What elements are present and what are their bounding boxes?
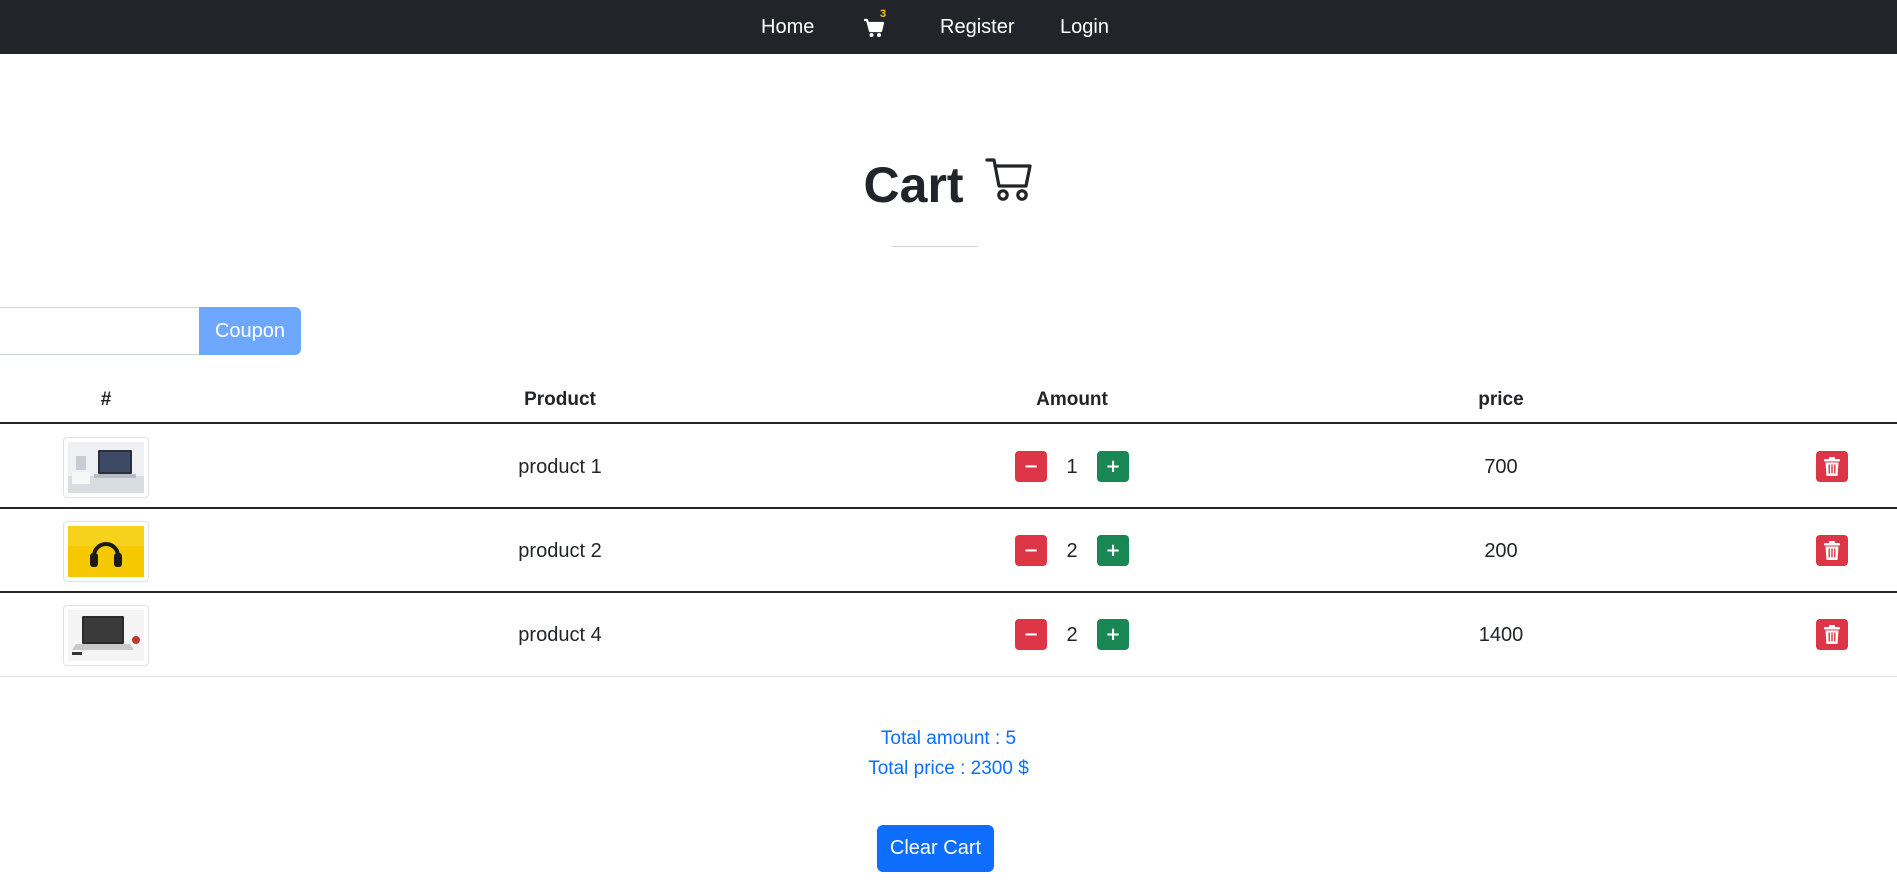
quantity-value: 2 (1066, 624, 1078, 646)
decrease-button[interactable]: − (1015, 619, 1047, 650)
product-name: product 4 (518, 624, 602, 646)
product-thumbnail (63, 521, 149, 582)
header-price: price (1478, 389, 1524, 410)
product-name: product 2 (518, 540, 602, 562)
table-row: product 4 − 2 + 1400 (0, 593, 1897, 677)
increase-button[interactable]: + (1097, 451, 1129, 482)
delete-button[interactable] (1816, 619, 1848, 650)
nav-register-link[interactable]: Register (940, 0, 1014, 54)
total-amount: Total amount : 5 (880, 728, 1017, 749)
page-title: Cart (0, 148, 1897, 214)
table-header: # Product Amount price (0, 378, 1897, 424)
product-thumbnail (63, 437, 149, 498)
header-amount: Amount (1036, 389, 1108, 410)
product-price: 200 (1484, 540, 1518, 562)
decrease-button[interactable]: − (1015, 451, 1047, 482)
clear-cart-button[interactable]: Clear Cart (877, 825, 994, 872)
table-row: product 2 − 2 + 200 (0, 509, 1897, 593)
nav-home-link[interactable]: Home (761, 0, 814, 54)
page-title-text: Cart (863, 156, 964, 213)
quantity-value: 2 (1066, 540, 1078, 562)
trash-icon (1824, 625, 1840, 644)
title-divider (892, 246, 978, 247)
delete-button[interactable] (1816, 451, 1848, 482)
coupon-button[interactable]: Coupon (199, 307, 301, 355)
nav-login-link[interactable]: Login (1060, 0, 1109, 54)
product-name: product 1 (518, 456, 602, 478)
product-price: 1400 (1478, 624, 1524, 646)
header-num: # (100, 389, 112, 410)
cart-count-badge: 3 (880, 8, 887, 20)
table-row: product 1 − 1 + 700 (0, 425, 1897, 509)
product-price: 700 (1484, 456, 1518, 478)
coupon-input[interactable] (0, 307, 200, 355)
cart-icon (864, 18, 885, 37)
delete-button[interactable] (1816, 535, 1848, 566)
increase-button[interactable]: + (1097, 619, 1129, 650)
increase-button[interactable]: + (1097, 535, 1129, 566)
nav-cart-link[interactable]: 3 (861, 8, 893, 44)
cart-outline-icon (985, 152, 1033, 218)
navbar: Home 3 Register Login (0, 0, 1897, 54)
total-price: Total price : 2300 $ (868, 758, 1029, 779)
trash-icon (1824, 541, 1840, 560)
header-product: Product (524, 389, 596, 410)
trash-icon (1824, 457, 1840, 476)
quantity-value: 1 (1066, 456, 1078, 478)
product-thumbnail (63, 605, 149, 666)
decrease-button[interactable]: − (1015, 535, 1047, 566)
